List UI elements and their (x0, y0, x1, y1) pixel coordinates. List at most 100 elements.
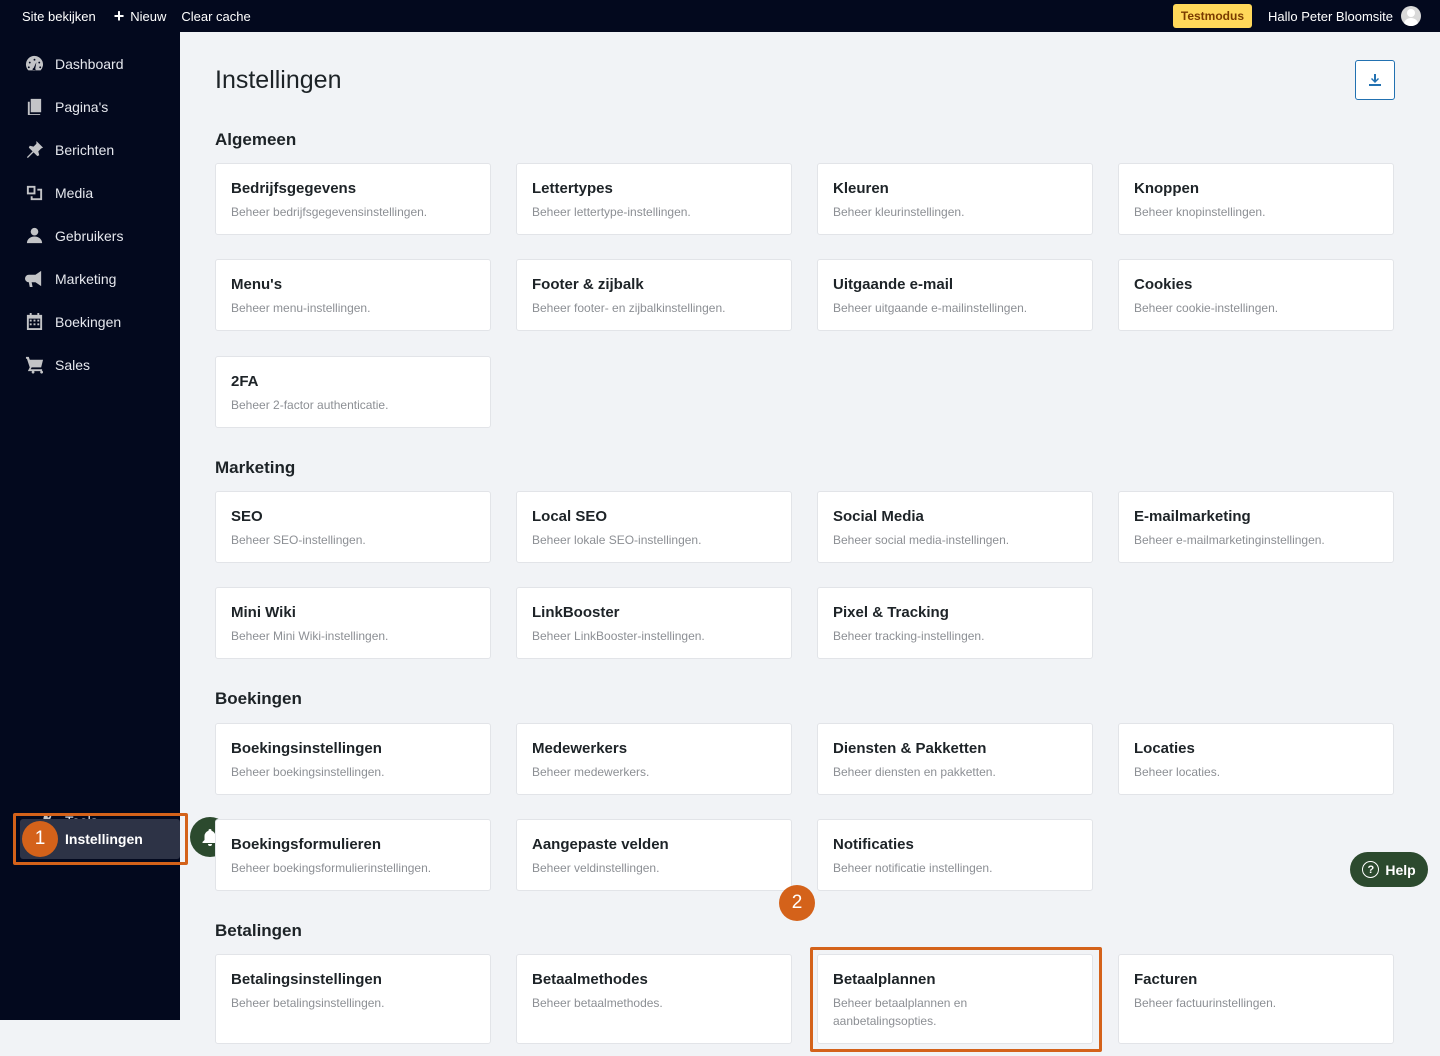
settings-card-payment-settings[interactable]: Betalingsinstellingen Beheer betalingsin… (215, 954, 491, 1044)
avatar[interactable] (1401, 6, 1421, 26)
settings-card-outgoing-email[interactable]: Uitgaande e-mail Beheer uitgaande e-mail… (817, 259, 1093, 331)
download-button[interactable] (1355, 60, 1395, 100)
sidebar-nav: Dashboard Pagina's Berichten Media Gebru… (0, 42, 180, 386)
megaphone-icon (24, 269, 44, 289)
sidebar-item-bookings[interactable]: Boekingen (0, 300, 180, 343)
settings-card-cookies[interactable]: Cookies Beheer cookie-instellingen. (1118, 259, 1394, 331)
view-site-link[interactable]: Site bekijken (22, 0, 96, 32)
card-title: Locaties (1134, 740, 1195, 757)
settings-card-social-media[interactable]: Social Media Beheer social media-instell… (817, 491, 1093, 563)
settings-card-menus[interactable]: Menu's Beheer menu-instellingen. (215, 259, 491, 331)
settings-card-company[interactable]: Bedrijfsgegevens Beheer bedrijfsgegevens… (215, 163, 491, 235)
sidebar-item-media[interactable]: Media (0, 171, 180, 214)
settings-card-colors[interactable]: Kleuren Beheer kleurinstellingen. (817, 163, 1093, 235)
sidebar-item-label: Boekingen (55, 313, 122, 330)
new-label: Nieuw (130, 8, 167, 24)
settings-card-custom-fields[interactable]: Aangepaste velden Beheer veldinstellinge… (516, 819, 792, 891)
card-title: Betalingsinstellingen (231, 971, 382, 988)
card-title: Menu's (231, 276, 283, 293)
card-desc: Beheer menu-instellingen. (231, 301, 371, 315)
settings-card-notifications[interactable]: Notificaties Beheer notificatie instelli… (817, 819, 1093, 891)
new-link[interactable]: + Nieuw (114, 0, 167, 32)
card-title: Facturen (1134, 971, 1198, 988)
card-desc: Beheer factuurinstellingen. (1134, 996, 1277, 1010)
settings-card-footer[interactable]: Footer & zijbalk Beheer footer- en zijba… (516, 259, 792, 331)
card-desc: Beheer lokale SEO-instellingen. (532, 533, 702, 547)
step-marker-1: 1 (22, 821, 58, 857)
settings-card-local-seo[interactable]: Local SEO Beheer lokale SEO-instellingen… (516, 491, 792, 563)
sidebar-item-sales[interactable]: Sales (0, 343, 180, 386)
card-desc: Beheer social media-instellingen. (833, 533, 1010, 547)
card-title: Knoppen (1134, 180, 1199, 197)
sidebar-item-label: Sales (55, 356, 91, 373)
sidebar-item-label: Gebruikers (55, 227, 124, 244)
sidebar-item-users[interactable]: Gebruikers (0, 214, 180, 257)
card-title: Pixel & Tracking (833, 604, 949, 621)
payment-plans-highlight-frame (810, 947, 1102, 1052)
settings-card-buttons[interactable]: Knoppen Beheer knopinstellingen. (1118, 163, 1394, 235)
card-title: Mini Wiki (231, 604, 296, 621)
card-desc: Beheer e-mailmarketinginstellingen. (1134, 533, 1325, 547)
card-desc: Beheer boekingsinstellingen. (231, 765, 385, 779)
sidebar-item-pages[interactable]: Pagina's (0, 85, 180, 128)
section-title-payments: Betalingen (215, 921, 302, 940)
help-button[interactable]: ? Help (1350, 852, 1428, 887)
plus-icon: + (113, 6, 125, 26)
sidebar-item-label: Dashboard (55, 55, 124, 72)
section-title-bookings: Boekingen (215, 689, 302, 708)
settings-card-booking-settings[interactable]: Boekingsinstellingen Beheer boekingsinst… (215, 723, 491, 795)
settings-card-seo[interactable]: SEO Beheer SEO-instellingen. (215, 491, 491, 563)
card-desc: Beheer bedrijfsgegevensinstellingen. (231, 205, 428, 219)
pages-icon (24, 97, 44, 117)
settings-card-mini-wiki[interactable]: Mini Wiki Beheer Mini Wiki-instellingen. (215, 587, 491, 659)
card-desc: Beheer footer- en zijbalkinstellingen. (532, 301, 726, 315)
card-desc: Beheer kleurinstellingen. (833, 205, 965, 219)
card-desc: Beheer uitgaande e-mailinstellingen. (833, 301, 1028, 315)
card-title: Footer & zijbalk (532, 276, 644, 293)
sidebar-item-marketing[interactable]: Marketing (0, 257, 180, 300)
sidebar-item-dashboard[interactable]: Dashboard (0, 42, 180, 85)
card-title: Betaalmethodes (532, 971, 648, 988)
settings-card-fonts[interactable]: Lettertypes Beheer lettertype-instelling… (516, 163, 792, 235)
settings-card-invoices[interactable]: Facturen Beheer factuurinstellingen. (1118, 954, 1394, 1044)
settings-card-booking-forms[interactable]: Boekingsformulieren Beheer boekingsformu… (215, 819, 491, 891)
settings-card-locations[interactable]: Locaties Beheer locaties. (1118, 723, 1394, 795)
sidebar-item-posts[interactable]: Berichten (0, 128, 180, 171)
sidebar-item-label: Marketing (55, 270, 117, 287)
card-title: Uitgaande e-mail (833, 276, 954, 293)
settings-card-2fa[interactable]: 2FA Beheer 2-factor authenticatie. (215, 356, 491, 428)
clear-cache-link[interactable]: Clear cache (181, 0, 250, 32)
media-icon (24, 183, 44, 203)
card-desc: Beheer notificatie instellingen. (833, 861, 993, 875)
card-desc: Beheer cookie-instellingen. (1134, 301, 1279, 315)
card-title: Kleuren (833, 180, 889, 197)
card-title: Notificaties (833, 836, 914, 853)
calendar-icon (24, 312, 44, 332)
card-desc: Beheer knopinstellingen. (1134, 205, 1266, 219)
help-label: Help (1385, 861, 1416, 878)
card-desc: Beheer medewerkers. (532, 765, 650, 779)
card-title: Lettertypes (532, 180, 613, 197)
card-desc: Beheer boekingsformulierinstellingen. (231, 861, 432, 875)
settings-card-linkbooster[interactable]: LinkBooster Beheer LinkBooster-instellin… (516, 587, 792, 659)
card-title: E-mailmarketing (1134, 508, 1251, 525)
card-title: SEO (231, 508, 263, 525)
card-title: Diensten & Pakketten (833, 740, 987, 757)
sidebar-item-label: Berichten (55, 141, 115, 158)
settings-card-services[interactable]: Diensten & Pakketten Beheer diensten en … (817, 723, 1093, 795)
settings-card-email-marketing[interactable]: E-mailmarketing Beheer e-mailmarketingin… (1118, 491, 1394, 563)
card-desc: Beheer diensten en pakketten. (833, 765, 996, 779)
card-title: Cookies (1134, 276, 1193, 293)
card-title: Boekingsformulieren (231, 836, 382, 853)
settings-card-pixel-tracking[interactable]: Pixel & Tracking Beheer tracking-instell… (817, 587, 1093, 659)
sidebar-item-label: Media (55, 184, 94, 201)
card-title: 2FA (231, 373, 259, 390)
settings-card-payment-methods[interactable]: Betaalmethodes Beheer betaalmethodes. (516, 954, 792, 1044)
settings-card-staff[interactable]: Medewerkers Beheer medewerkers. (516, 723, 792, 795)
card-desc: Beheer lettertype-instellingen. (532, 205, 691, 219)
testmode-badge[interactable]: Testmodus (1172, 4, 1252, 28)
card-title: Boekingsinstellingen (231, 740, 382, 757)
card-desc: Beheer LinkBooster-instellingen. (532, 629, 705, 643)
sidebar: Dashboard Pagina's Berichten Media Gebru… (0, 32, 180, 1020)
user-greeting[interactable]: Hallo Peter Bloomsite (1268, 9, 1393, 24)
